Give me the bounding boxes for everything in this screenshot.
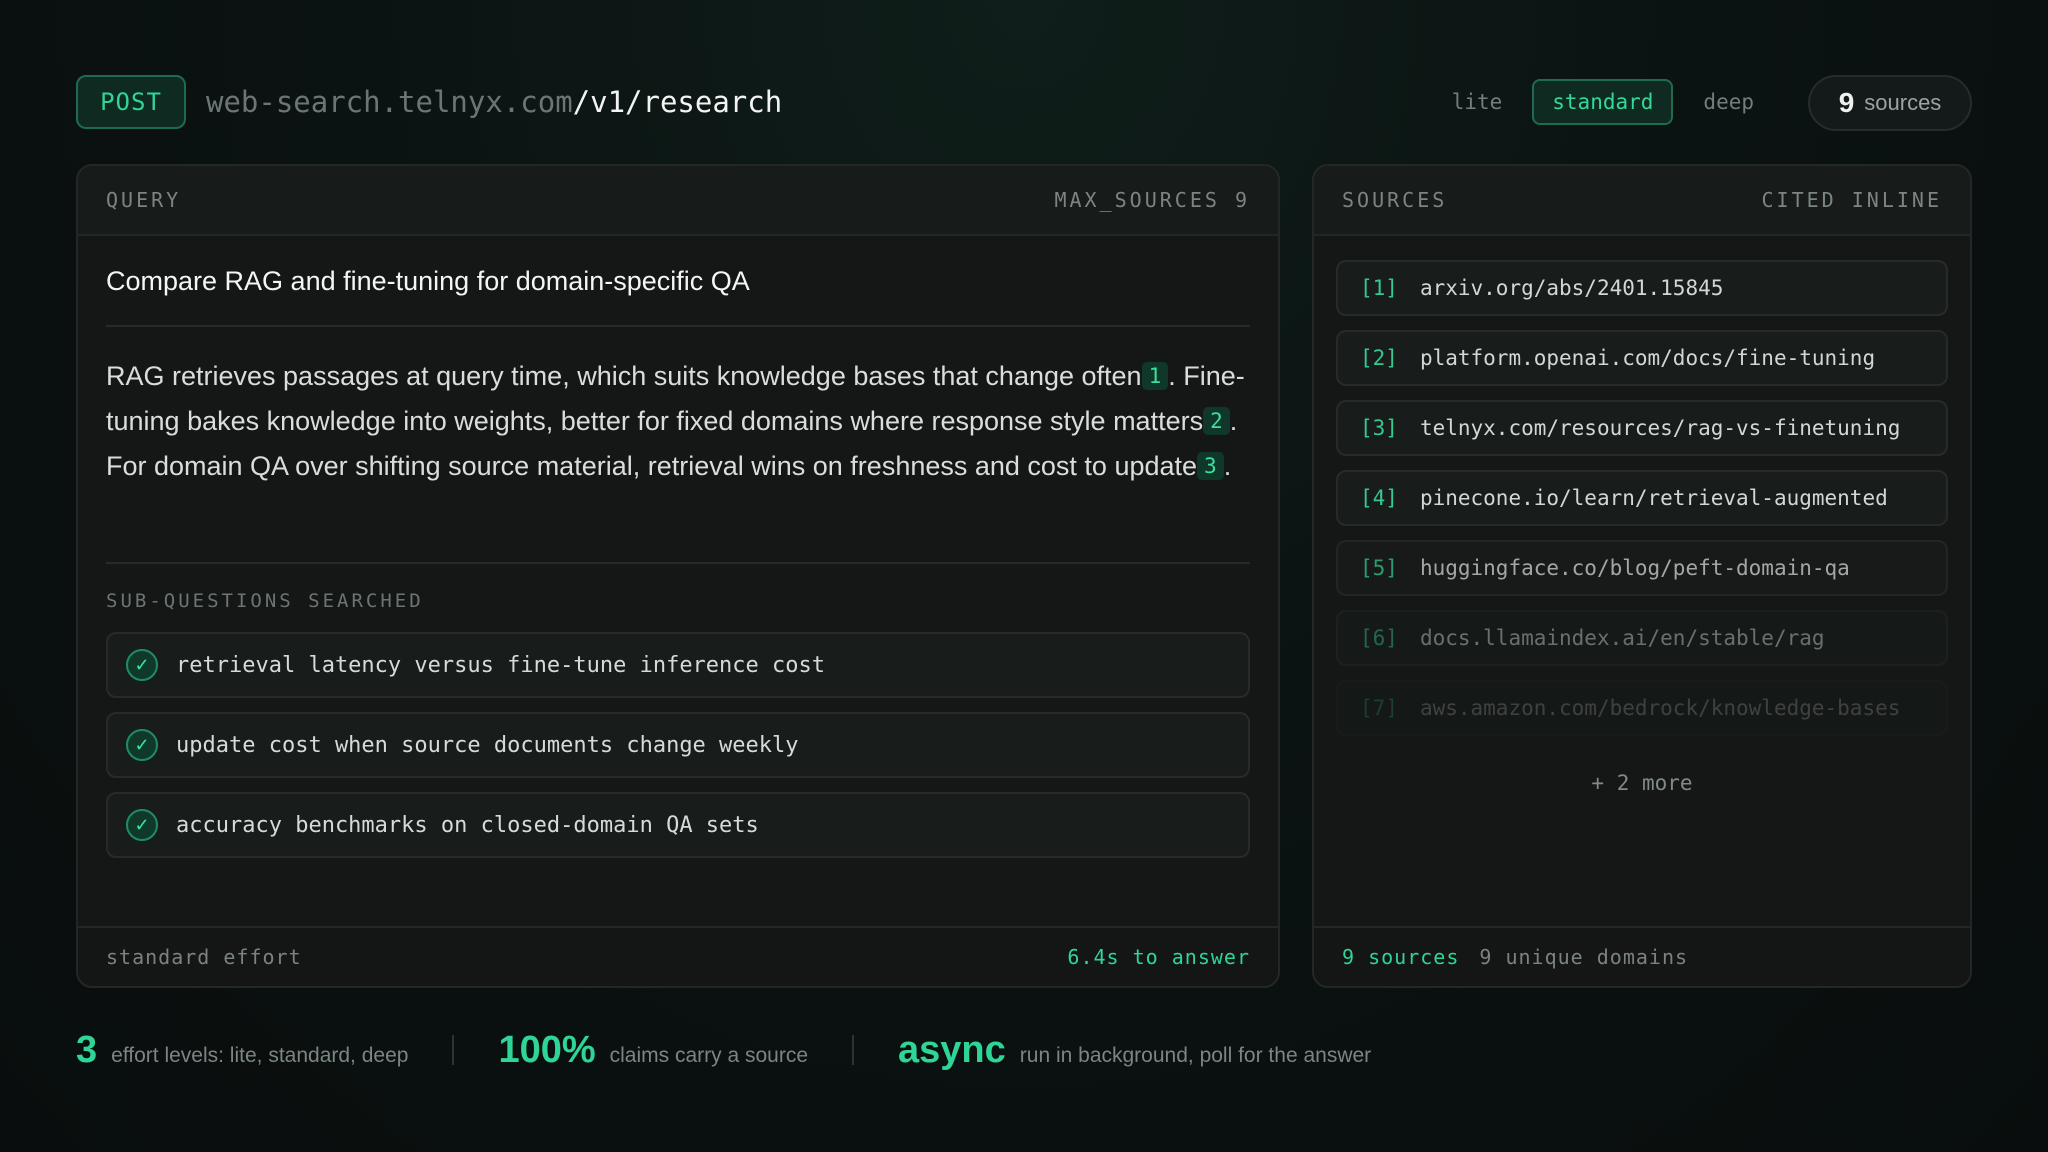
effort-option-standard[interactable]: standard	[1532, 79, 1674, 125]
query-panel-title: QUERY	[106, 188, 182, 212]
stat-separator	[852, 1035, 855, 1065]
footer-unique-domains: 9 unique domains	[1479, 945, 1689, 969]
source-url: platform.openai.com/docs/fine-tuning	[1419, 346, 1876, 370]
endpoint-host: web-search.telnyx.com	[206, 85, 573, 119]
cited-inline-label: CITED INLINE	[1761, 188, 1942, 212]
source-index: [4]	[1360, 486, 1398, 510]
citation-marker-2[interactable]: 2	[1203, 407, 1230, 435]
source-index: [2]	[1360, 346, 1398, 370]
endpoint-path: /v1/research	[572, 85, 783, 119]
sub-question-text: accuracy benchmarks on closed-domain QA …	[176, 812, 759, 838]
source-index: [3]	[1360, 416, 1398, 440]
sub-question-item: ✓ accuracy benchmarks on closed-domain Q…	[106, 792, 1250, 858]
source-index: [6]	[1360, 626, 1398, 650]
source-url: pinecone.io/learn/retrieval-augmented	[1419, 486, 1888, 510]
source-count-pill: 9 sources	[1808, 75, 1972, 131]
query-panel: QUERY MAX_SOURCES 9 Compare RAG and fine…	[76, 164, 1280, 988]
source-item[interactable]: [2] platform.openai.com/docs/fine-tuning	[1336, 330, 1948, 386]
source-index: [5]	[1360, 556, 1398, 580]
endpoint-url[interactable]: web-search.telnyx.com/v1/research	[206, 84, 782, 120]
sub-question-text: retrieval latency versus fine-tune infer…	[176, 652, 826, 678]
source-item[interactable]: [1] arxiv.org/abs/2401.15845	[1336, 260, 1948, 316]
divider	[106, 325, 1250, 327]
request-bar: POST web-search.telnyx.com/v1/research l…	[76, 75, 1972, 131]
stat-value: async	[898, 1028, 1006, 1071]
max-sources-label: MAX_SOURCES 9	[1054, 188, 1250, 212]
source-index: [7]	[1360, 696, 1398, 720]
sources-panel-header: SOURCES CITED INLINE	[1314, 166, 1970, 236]
sub-question-item: ✓ update cost when source documents chan…	[106, 712, 1250, 778]
stat-separator	[452, 1035, 455, 1065]
sub-question-item: ✓ retrieval latency versus fine-tune inf…	[106, 632, 1250, 698]
source-url: aws.amazon.com/bedrock/knowledge-bases	[1419, 696, 1901, 720]
check-circle-icon: ✓	[126, 809, 158, 841]
more-sources-link[interactable]: + 2 more	[1314, 771, 1970, 795]
source-count-number: 9	[1838, 87, 1855, 118]
divider	[106, 562, 1250, 564]
answer-time: 6.4s to answer	[1067, 945, 1250, 969]
effort-option-lite[interactable]: lite	[1436, 79, 1519, 125]
stat-description: claims carry a source	[609, 1043, 809, 1067]
query-question: Compare RAG and fine-tuning for domain-s…	[106, 266, 750, 296]
sources-panel-title: SOURCES	[1342, 188, 1448, 212]
http-method-badge: POST	[76, 75, 186, 129]
stat-value: 100%	[498, 1028, 596, 1071]
answer-segment: RAG retrieves passages at query time, wh…	[106, 361, 1142, 391]
stats-row: 3 effort levels: lite, standard, deep 10…	[76, 1020, 1371, 1080]
answer-text: RAG retrieves passages at query time, wh…	[106, 354, 1250, 489]
source-url: arxiv.org/abs/2401.15845	[1419, 276, 1724, 300]
footer-source-count: 9 sources	[1342, 945, 1460, 969]
stat-async: async run in background, poll for the an…	[898, 1029, 1371, 1072]
check-circle-icon: ✓	[126, 729, 158, 761]
stat-claims-sourced: 100% claims carry a source	[498, 1029, 808, 1072]
answer-segment: .	[1223, 451, 1232, 481]
citation-marker-1[interactable]: 1	[1141, 362, 1169, 390]
source-item[interactable]: [6] docs.llamaindex.ai/en/stable/rag	[1336, 610, 1948, 666]
sources-panel: SOURCES CITED INLINE [1] arxiv.org/abs/2…	[1312, 164, 1972, 988]
sub-questions-heading: SUB-QUESTIONS SEARCHED	[106, 590, 424, 612]
effort-option-deep[interactable]: deep	[1687, 79, 1770, 125]
source-item[interactable]: [7] aws.amazon.com/bedrock/knowledge-bas…	[1336, 680, 1948, 736]
source-item[interactable]: [4] pinecone.io/learn/retrieval-augmente…	[1336, 470, 1948, 526]
check-circle-icon: ✓	[126, 649, 158, 681]
sources-panel-footer: 9 sources 9 unique domains	[1314, 926, 1970, 986]
source-item[interactable]: [5] huggingface.co/blog/peft-domain-qa	[1336, 540, 1948, 596]
stat-description: run in background, poll for the answer	[1019, 1043, 1372, 1067]
effort-summary: standard effort	[106, 945, 302, 969]
stat-effort-levels: 3 effort levels: lite, standard, deep	[76, 1029, 408, 1072]
effort-selector: lite standard deep	[1436, 79, 1770, 125]
sub-question-text: update cost when source documents change…	[176, 732, 799, 758]
source-url: telnyx.com/resources/rag-vs-finetuning	[1419, 416, 1901, 440]
query-panel-footer: standard effort 6.4s to answer	[78, 926, 1278, 986]
citation-marker-3[interactable]: 3	[1197, 452, 1224, 480]
stat-value: 3	[76, 1028, 98, 1071]
source-item[interactable]: [3] telnyx.com/resources/rag-vs-finetuni…	[1336, 400, 1948, 456]
source-url: docs.llamaindex.ai/en/stable/rag	[1419, 626, 1825, 650]
source-count-label: sources	[1864, 90, 1942, 115]
source-index: [1]	[1360, 276, 1398, 300]
query-panel-header: QUERY MAX_SOURCES 9	[78, 166, 1278, 236]
stat-description: effort levels: lite, standard, deep	[111, 1043, 409, 1067]
source-url: huggingface.co/blog/peft-domain-qa	[1419, 556, 1850, 580]
